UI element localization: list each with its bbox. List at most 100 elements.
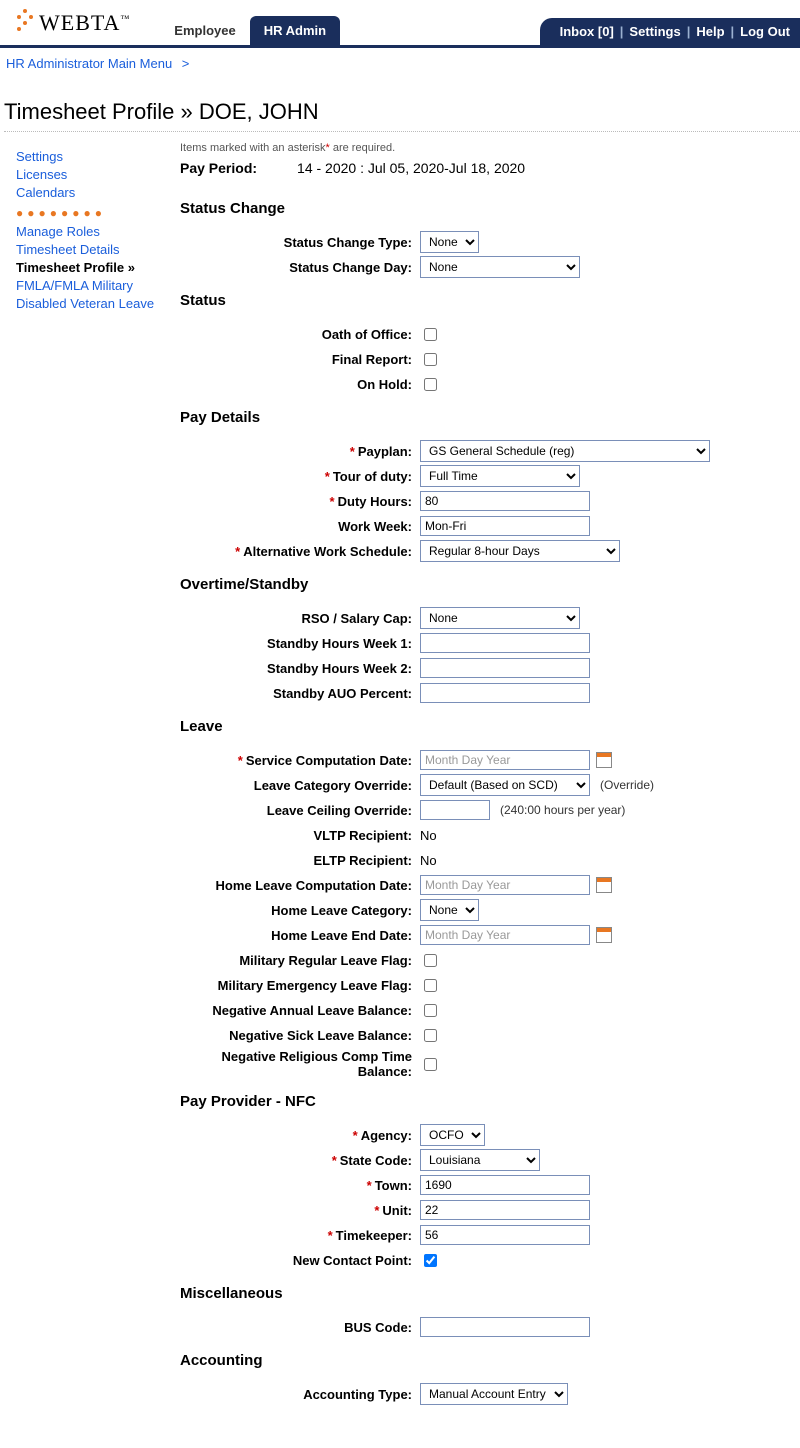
sidebar-item-timesheet-profile[interactable]: Timesheet Profile » [16, 260, 160, 275]
section-overtime: Overtime/Standby [180, 576, 790, 593]
label-oath-of-office: Oath of Office: [180, 327, 420, 342]
input-town[interactable] [420, 1175, 590, 1195]
tab-employee[interactable]: Employee [160, 16, 249, 45]
sidebar-item-manage-roles[interactable]: Manage Roles [16, 224, 160, 239]
section-leave: Leave [180, 718, 790, 735]
label-standby-w2: Standby Hours Week 2: [180, 661, 420, 676]
label-accounting-type: Accounting Type: [180, 1387, 420, 1402]
separator: | [687, 24, 691, 39]
label-neg-relig: Negative Religious Comp Time Balance: [180, 1049, 420, 1079]
calendar-icon[interactable] [596, 927, 612, 943]
breadcrumb-main-menu[interactable]: HR Administrator Main Menu [6, 56, 172, 71]
label-neg-sick: Negative Sick Leave Balance: [180, 1028, 420, 1043]
label-duty-hours: Duty Hours: [338, 494, 412, 509]
label-scd: Service Computation Date: [246, 753, 412, 768]
sidebar-item-timesheet-details[interactable]: Timesheet Details [16, 242, 160, 257]
select-state-code[interactable]: Louisiana [420, 1149, 540, 1171]
section-misc: Miscellaneous [180, 1285, 790, 1302]
logo-brand: WEBTA [39, 10, 120, 35]
label-lceiling: Leave Ceiling Override: [180, 803, 420, 818]
role-tabs: Employee HR Admin [160, 0, 340, 45]
help-link[interactable]: Help [696, 24, 724, 39]
label-mil-emerg: Military Emergency Leave Flag: [180, 978, 420, 993]
input-standby-w1[interactable] [420, 633, 590, 653]
input-standby-auo[interactable] [420, 683, 590, 703]
top-header: WEBTA™ Employee HR Admin Inbox [0] | Set… [0, 0, 800, 48]
select-status-change-type[interactable]: None [420, 231, 479, 253]
utility-bar: Inbox [0] | Settings | Help | Log Out [540, 18, 800, 45]
label-rso: RSO / Salary Cap: [180, 611, 420, 626]
checkbox-neg-sick[interactable] [424, 1029, 437, 1042]
label-lco: Leave Category Override: [180, 778, 420, 793]
select-payplan[interactable]: GS General Schedule (reg) [420, 440, 710, 462]
input-timekeeper[interactable] [420, 1225, 590, 1245]
label-hlc: Home Leave Category: [180, 903, 420, 918]
label-eltp: ELTP Recipient: [180, 853, 420, 868]
select-rso[interactable]: None [420, 607, 580, 629]
label-aws: Alternative Work Schedule: [243, 544, 412, 559]
select-agency[interactable]: OCFO [420, 1124, 485, 1146]
sidebar: Settings Licenses Calendars ●●●●●●●● Man… [0, 138, 160, 314]
checkbox-new-contact[interactable] [424, 1254, 437, 1267]
label-final-report: Final Report: [180, 352, 420, 367]
input-standby-w2[interactable] [420, 658, 590, 678]
label-on-hold: On Hold: [180, 377, 420, 392]
sidebar-item-licenses[interactable]: Licenses [16, 167, 160, 182]
label-new-contact: New Contact Point: [180, 1253, 420, 1268]
logo-dots-icon [15, 13, 35, 33]
inbox-link[interactable]: Inbox [0] [560, 24, 614, 39]
label-hlcd: Home Leave Computation Date: [180, 878, 420, 893]
tab-hr-admin[interactable]: HR Admin [250, 16, 340, 45]
checkbox-neg-annual[interactable] [424, 1004, 437, 1017]
checkbox-final-report[interactable] [424, 353, 437, 366]
select-aws[interactable]: Regular 8-hour Days [420, 540, 620, 562]
section-accounting: Accounting [180, 1352, 790, 1369]
input-scd[interactable] [420, 750, 590, 770]
calendar-icon[interactable] [596, 752, 612, 768]
select-accounting-type[interactable]: Manual Account Entry [420, 1383, 568, 1405]
settings-link[interactable]: Settings [629, 24, 680, 39]
hint-lceiling: (240:00 hours per year) [500, 803, 625, 817]
checkbox-mil-reg[interactable] [424, 954, 437, 967]
select-status-change-day[interactable]: None [420, 256, 580, 278]
checkbox-mil-emerg[interactable] [424, 979, 437, 992]
input-hled[interactable] [420, 925, 590, 945]
input-duty-hours[interactable] [420, 491, 590, 511]
section-pay-details: Pay Details [180, 409, 790, 426]
input-lceiling[interactable] [420, 800, 490, 820]
required-note-text: Items marked with an asterisk [180, 142, 326, 154]
sidebar-item-disabled-veteran[interactable]: Disabled Veteran Leave [16, 296, 160, 311]
input-work-week[interactable] [420, 516, 590, 536]
checkbox-oath-of-office[interactable] [424, 328, 437, 341]
input-hlcd[interactable] [420, 875, 590, 895]
label-standby-auo: Standby AUO Percent: [180, 686, 420, 701]
sidebar-item-settings[interactable]: Settings [16, 149, 160, 164]
section-pay-provider: Pay Provider - NFC [180, 1093, 790, 1110]
checkbox-on-hold[interactable] [424, 378, 437, 391]
select-lco[interactable]: Default (Based on SCD) [420, 774, 590, 796]
label-status-change-day: Status Change Day: [180, 260, 420, 275]
label-town: Town: [375, 1178, 412, 1193]
sidebar-item-calendars[interactable]: Calendars [16, 185, 160, 200]
select-tour-of-duty[interactable]: Full Time [420, 465, 580, 487]
input-unit[interactable] [420, 1200, 590, 1220]
label-work-week: Work Week: [180, 519, 420, 534]
pay-period-value: 14 - 2020 : Jul 05, 2020-Jul 18, 2020 [297, 160, 525, 176]
content: Items marked with an asterisk* are requi… [160, 138, 800, 1448]
required-note-text2: are required. [330, 142, 395, 154]
logout-link[interactable]: Log Out [740, 24, 790, 39]
logo-tm: ™ [120, 13, 130, 23]
calendar-icon[interactable] [596, 877, 612, 893]
sidebar-item-fmla[interactable]: FMLA/FMLA Military [16, 278, 160, 293]
select-hlc[interactable]: None [420, 899, 479, 921]
hint-lco: (Override) [600, 778, 654, 792]
value-vltp: No [420, 828, 437, 843]
pay-period-row: Pay Period: 14 - 2020 : Jul 05, 2020-Jul… [180, 160, 790, 176]
checkbox-neg-relig[interactable] [424, 1058, 437, 1071]
label-tour-of-duty: Tour of duty: [333, 469, 412, 484]
input-bus-code[interactable] [420, 1317, 590, 1337]
label-status-change-type: Status Change Type: [180, 235, 420, 250]
label-vltp: VLTP Recipient: [180, 828, 420, 843]
separator: | [731, 24, 735, 39]
label-payplan: Payplan: [358, 444, 412, 459]
